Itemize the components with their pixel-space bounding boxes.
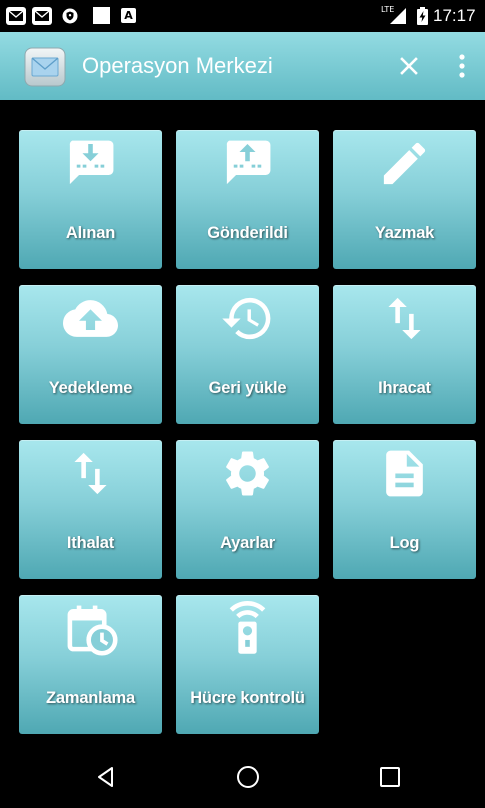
tile-log[interactable]: Log — [333, 440, 476, 579]
tile-alinan[interactable]: Alınan — [19, 130, 162, 269]
remote-control-icon — [220, 601, 275, 656]
recents-icon[interactable] — [377, 764, 403, 790]
tile-label: Log — [389, 534, 420, 552]
tile-label: Hücre kontrolü — [190, 689, 305, 707]
tile-ayarlar[interactable]: Ayarlar — [176, 440, 319, 579]
app-bar: Operasyon Merkezi — [0, 32, 485, 100]
tile-label: Ihracat — [378, 379, 431, 397]
email-notification-icon — [6, 7, 26, 25]
tile-label: Ithalat — [66, 534, 115, 552]
a-notification-icon: A — [121, 8, 136, 23]
envelope-app-icon — [24, 47, 66, 87]
vpn-key-icon — [62, 8, 78, 24]
cloud-upload-icon — [63, 291, 118, 346]
email-notification-icon — [32, 7, 52, 25]
action-grid: Alınan Gönderildi Yazmak Yedekleme Geri — [19, 130, 476, 734]
tile-label: Yedekleme — [48, 379, 133, 397]
tile-label: Zamanlama — [46, 689, 135, 707]
tile-ithalat[interactable]: Ithalat — [19, 440, 162, 579]
tile-label: Ayarlar — [220, 534, 275, 552]
tile-hucre-kontrolu[interactable]: Hücre kontrolü — [176, 595, 319, 734]
tile-label: Gönderildi — [207, 224, 288, 242]
home-icon[interactable] — [235, 764, 261, 790]
restore-icon — [220, 291, 275, 346]
navigation-bar — [0, 745, 485, 808]
swap-vertical-icon — [63, 446, 118, 501]
calendar-clock-icon — [63, 601, 118, 656]
inbox-download-icon — [63, 136, 118, 191]
clock: 17:17 — [433, 6, 476, 25]
document-icon — [377, 446, 432, 501]
battery-charging-icon — [417, 7, 428, 25]
pencil-icon — [377, 136, 432, 191]
tile-geri-yukle[interactable]: Geri yükle — [176, 285, 319, 424]
tile-label: Alınan — [65, 224, 116, 242]
tile-label: Yazmak — [374, 224, 435, 242]
tile-yazmak[interactable]: Yazmak — [333, 130, 476, 269]
tile-zamanlama[interactable]: Zamanlama — [19, 595, 162, 734]
close-icon[interactable] — [395, 52, 423, 80]
tile-gonderildi[interactable]: Gönderildi — [176, 130, 319, 269]
status-bar: A LTE 17:17 — [0, 0, 485, 32]
tile-label: Geri yükle — [208, 379, 287, 397]
signal-icon — [390, 8, 406, 24]
tile-yedekleme[interactable]: Yedekleme — [19, 285, 162, 424]
blank-notification-icon — [93, 7, 110, 24]
back-icon[interactable] — [93, 764, 119, 790]
swap-vertical-icon — [377, 291, 432, 346]
page-title: Operasyon Merkezi — [82, 53, 273, 78]
outbox-upload-icon — [220, 136, 275, 191]
tile-ihracat[interactable]: Ihracat — [333, 285, 476, 424]
screen: A LTE 17:17 Operasyon Merkezi Alınan Gön… — [0, 0, 485, 808]
overflow-menu-icon[interactable] — [450, 52, 474, 80]
gear-icon — [220, 446, 275, 501]
